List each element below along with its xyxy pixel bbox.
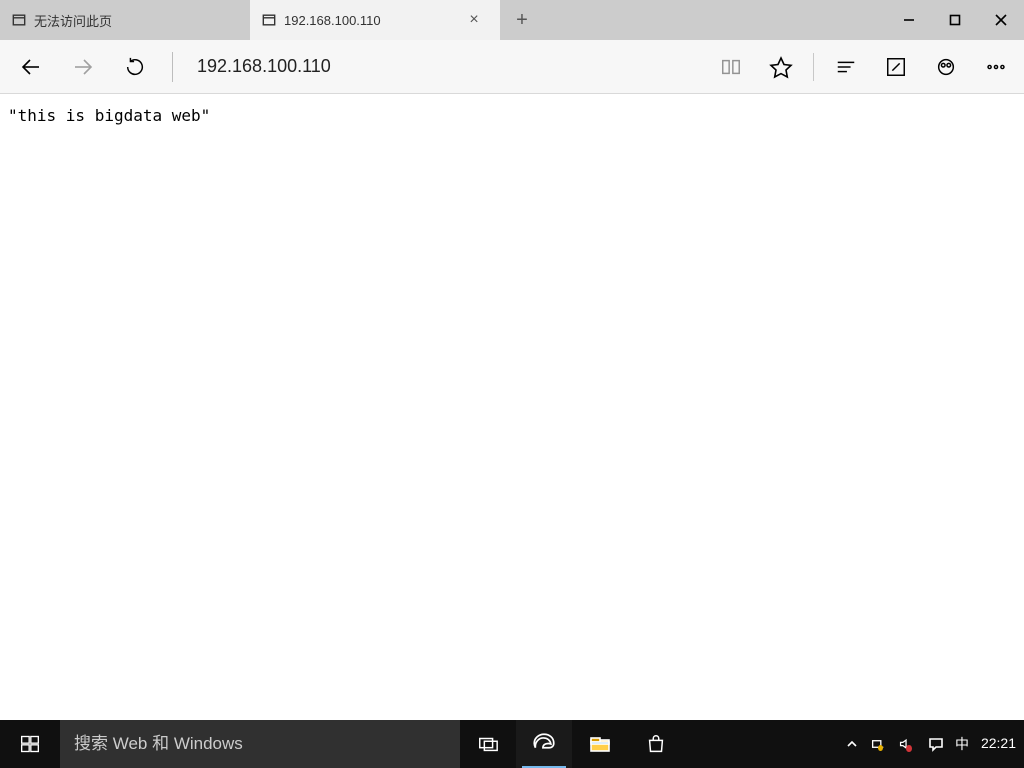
close-tab-button[interactable]: × bbox=[460, 12, 488, 28]
tray-overflow-icon[interactable] bbox=[843, 735, 861, 753]
page-body-text: "this is bigdata web" bbox=[8, 106, 210, 125]
toolbar-divider bbox=[172, 52, 173, 82]
nav-group bbox=[0, 50, 158, 84]
browser-tabbar: 无法访问此页 192.168.100.110 × + bbox=[0, 0, 1024, 40]
tab-title: 192.168.100.110 bbox=[284, 13, 452, 28]
page-icon bbox=[12, 13, 26, 27]
maximize-button[interactable] bbox=[932, 0, 978, 40]
taskbar-search-input[interactable] bbox=[74, 734, 446, 754]
forward-button bbox=[66, 50, 100, 84]
close-window-button[interactable] bbox=[978, 0, 1024, 40]
page-icon bbox=[262, 13, 276, 27]
taskbar-search[interactable] bbox=[60, 720, 460, 768]
taskbar-spacer bbox=[684, 720, 839, 768]
taskbar-app-store[interactable] bbox=[628, 720, 684, 768]
tray-action-center-icon[interactable] bbox=[927, 735, 945, 753]
system-tray[interactable]: 中 bbox=[839, 720, 973, 768]
tray-volume-icon[interactable] bbox=[899, 735, 917, 753]
start-button[interactable] bbox=[0, 720, 60, 768]
browser-toolbar bbox=[0, 40, 1024, 94]
tabbar-spacer bbox=[544, 0, 886, 40]
tab-inactive[interactable]: 无法访问此页 bbox=[0, 0, 250, 40]
ime-indicator[interactable]: 中 bbox=[955, 735, 969, 753]
share-icon[interactable] bbox=[928, 49, 964, 85]
task-view-button[interactable] bbox=[460, 720, 516, 768]
clock-time: 22:21 bbox=[981, 736, 1016, 751]
reading-view-icon[interactable] bbox=[713, 49, 749, 85]
back-button[interactable] bbox=[14, 50, 48, 84]
minimize-button[interactable] bbox=[886, 0, 932, 40]
tab-title: 无法访问此页 bbox=[34, 11, 238, 30]
toolbar-separator bbox=[813, 53, 814, 81]
hub-icon[interactable] bbox=[828, 49, 864, 85]
address-bar[interactable] bbox=[179, 56, 713, 77]
new-tab-button[interactable]: + bbox=[500, 0, 544, 40]
taskbar: 中 22:21 bbox=[0, 720, 1024, 768]
task-icons bbox=[460, 720, 684, 768]
tab-active[interactable]: 192.168.100.110 × bbox=[250, 0, 500, 40]
page-content: "this is bigdata web" bbox=[0, 94, 1024, 137]
toolbar-right bbox=[713, 49, 1024, 85]
more-icon[interactable] bbox=[978, 49, 1014, 85]
window-controls bbox=[886, 0, 1024, 40]
url-input[interactable] bbox=[197, 56, 695, 77]
taskbar-app-file-explorer[interactable] bbox=[572, 720, 628, 768]
refresh-button[interactable] bbox=[118, 50, 152, 84]
tray-network-icon[interactable] bbox=[871, 735, 889, 753]
favorites-star-icon[interactable] bbox=[763, 49, 799, 85]
taskbar-clock[interactable]: 22:21 bbox=[973, 720, 1024, 768]
web-note-icon[interactable] bbox=[878, 49, 914, 85]
taskbar-app-edge[interactable] bbox=[516, 720, 572, 768]
